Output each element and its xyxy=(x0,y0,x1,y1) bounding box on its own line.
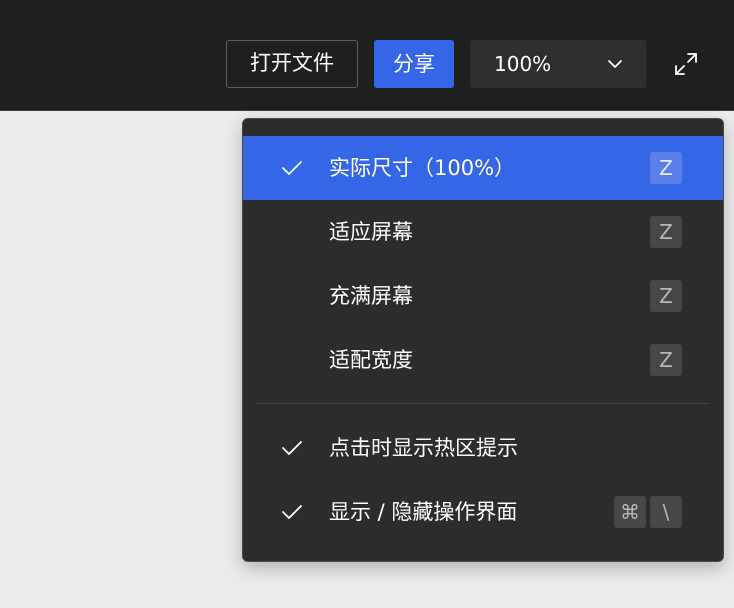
menu-item-label: 显示 / 隐藏操作界面 xyxy=(329,500,518,524)
menu-item-show-hotspot-hints[interactable]: 点击时显示热区提示 xyxy=(243,416,723,480)
command-key: ⌘ xyxy=(614,496,646,528)
menu-item-label: 适应屏幕 xyxy=(329,220,413,244)
check-icon xyxy=(282,505,302,519)
menu-item-label: 适配宽度 xyxy=(329,348,413,372)
zoom-menu: 实际尺寸（100%） Z 适应屏幕 Z 充满屏幕 Z 适配宽度 Z 点击时显示热… xyxy=(242,118,724,562)
expand-icon[interactable] xyxy=(673,51,699,77)
menu-item-fill-screen[interactable]: 充满屏幕 Z xyxy=(243,264,723,328)
zoom-select[interactable]: 100% xyxy=(470,40,646,88)
shortcut-key: Z xyxy=(650,152,682,184)
zoom-value: 100% xyxy=(494,52,552,76)
open-file-button[interactable]: 打开文件 xyxy=(226,40,358,88)
menu-item-fit-width[interactable]: 适配宽度 Z xyxy=(243,328,723,392)
shortcut-key: Z xyxy=(650,280,682,312)
menu-item-label: 充满屏幕 xyxy=(329,284,413,308)
menu-item-label: 点击时显示热区提示 xyxy=(329,436,518,460)
menu-divider xyxy=(257,403,709,404)
menu-item-label: 实际尺寸（100%） xyxy=(329,156,516,180)
menu-item-fit-screen[interactable]: 适应屏幕 Z xyxy=(243,200,723,264)
check-icon xyxy=(282,161,302,175)
menu-item-actual-size[interactable]: 实际尺寸（100%） Z xyxy=(243,136,723,200)
check-icon xyxy=(282,441,302,455)
chevron-down-icon xyxy=(608,60,622,68)
backslash-key: \ xyxy=(650,496,682,528)
top-toolbar: 打开文件 分享 100% xyxy=(0,0,734,111)
shortcut-key: Z xyxy=(650,216,682,248)
share-button[interactable]: 分享 xyxy=(374,40,454,88)
shortcut-key: Z xyxy=(650,344,682,376)
menu-item-toggle-ui[interactable]: 显示 / 隐藏操作界面 ⌘ \ xyxy=(243,480,723,544)
